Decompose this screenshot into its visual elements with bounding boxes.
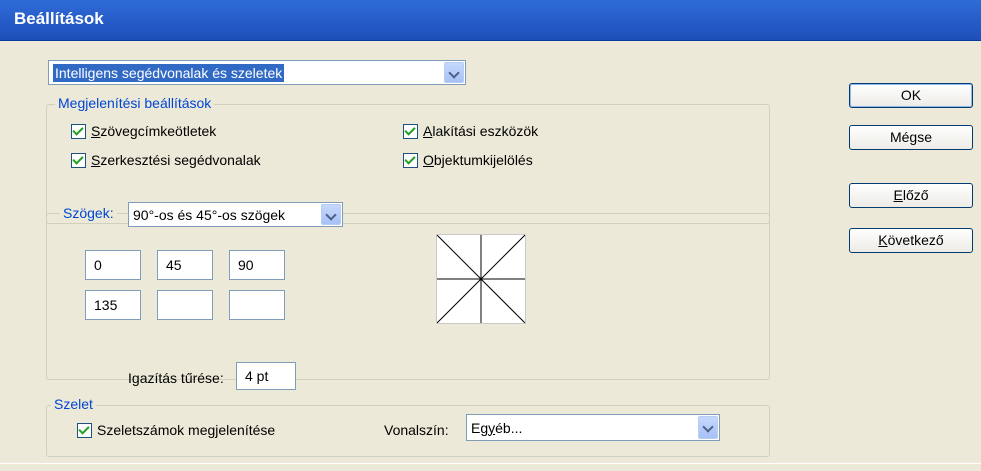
- line-color-select[interactable]: Egyéb...: [466, 414, 720, 441]
- angles-preset-select[interactable]: 90°-os és 45°-os szögek: [128, 202, 343, 227]
- category-selected-value: Intelligens segédvonalak és szeletek: [53, 63, 285, 82]
- angles-legend: Szögek:: [60, 205, 117, 221]
- dialog-bottom-edge: [0, 463, 981, 464]
- angle-field-6[interactable]: [229, 290, 285, 320]
- checkmark-icon[interactable]: [403, 123, 418, 139]
- slices-legend: Szelet: [51, 396, 96, 412]
- checkmark-icon[interactable]: [71, 123, 86, 139]
- checkmark-icon[interactable]: [77, 422, 92, 438]
- display-options-legend: Megjelenítési beállítások: [55, 95, 215, 111]
- angle-field-2[interactable]: 45: [157, 250, 213, 280]
- angle-field-1[interactable]: 0: [85, 250, 141, 280]
- category-select[interactable]: Intelligens segédvonalak és szeletek: [48, 60, 466, 85]
- next-button[interactable]: Következő: [849, 228, 973, 253]
- line-color-value: Egyéb...: [471, 419, 523, 436]
- previous-button[interactable]: Előző: [849, 183, 973, 208]
- object-highlighting-checkbox[interactable]: Objektumkijelölés: [403, 152, 533, 168]
- title-bar: Beállítások: [0, 0, 981, 41]
- chevron-down-icon[interactable]: [321, 204, 341, 225]
- ok-button[interactable]: OK: [849, 83, 973, 108]
- snapping-tolerance-field[interactable]: 4 pt: [236, 362, 296, 390]
- show-slice-numbers-checkbox[interactable]: Szeletszámok megjelenítése: [77, 422, 275, 438]
- construction-guides-checkbox[interactable]: Szerkesztési segédvonalak: [71, 152, 261, 168]
- angle-field-3[interactable]: 90: [229, 250, 285, 280]
- chevron-down-icon[interactable]: [698, 416, 718, 439]
- chevron-down-icon[interactable]: [444, 62, 464, 83]
- angle-field-5[interactable]: [157, 290, 213, 320]
- angles-group: [46, 213, 770, 380]
- text-label-hints-checkbox[interactable]: Szövegcímkeötletek: [71, 123, 216, 139]
- checkmark-icon[interactable]: [71, 152, 86, 168]
- window-title: Beállítások: [14, 9, 104, 28]
- transform-tools-checkbox[interactable]: Alakítási eszközök: [403, 123, 538, 139]
- line-color-label: Vonalszín:: [384, 422, 449, 438]
- angle-lines-graphic: [436, 234, 526, 324]
- snapping-tolerance-label: Igazítás tűrése:: [128, 370, 224, 386]
- angle-field-4[interactable]: 135: [85, 290, 141, 320]
- checkmark-icon[interactable]: [403, 152, 418, 168]
- angles-preset-value: 90°-os és 45°-os szögek: [133, 206, 286, 223]
- angles-preview: [436, 234, 526, 324]
- cancel-button[interactable]: Mégse: [849, 125, 973, 150]
- dialog-content: Intelligens segédvonalak és szeletek Meg…: [0, 41, 981, 471]
